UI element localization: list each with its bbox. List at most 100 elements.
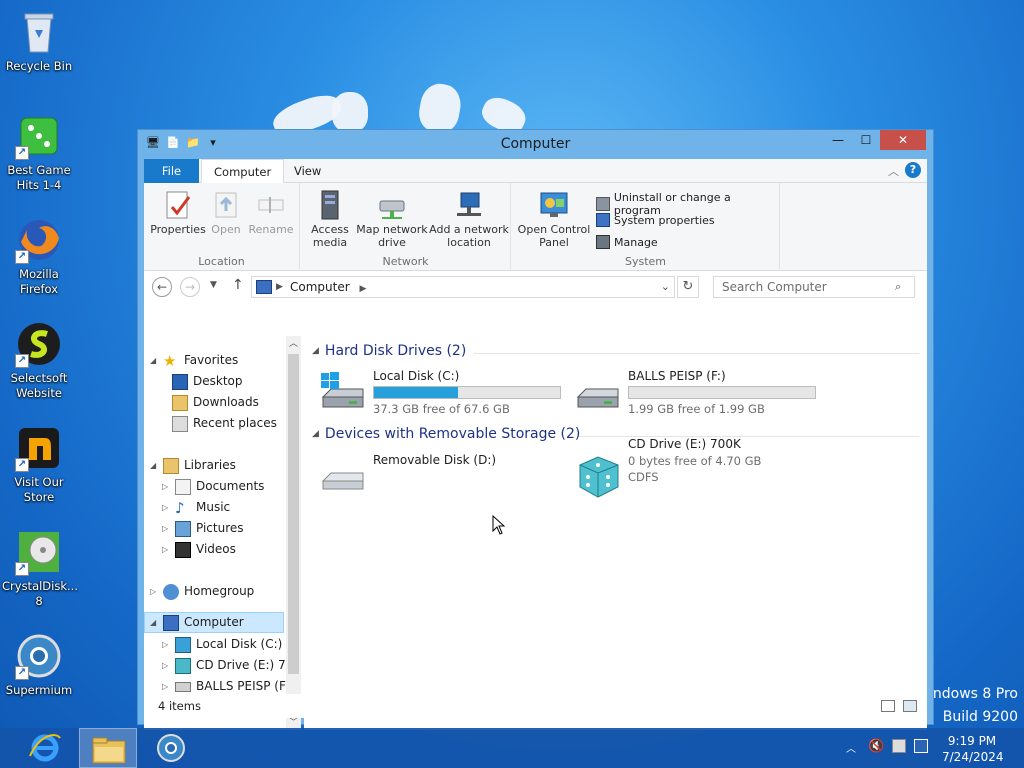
expand-arrow-icon[interactable]: ▷ <box>162 539 170 560</box>
expand-arrow-icon[interactable]: ▷ <box>150 581 158 602</box>
tab-computer[interactable]: Computer <box>201 159 285 184</box>
tree-item-local-disk[interactable]: ▷ Local Disk (C:) <box>162 634 282 655</box>
desktop-icon-visit-store[interactable]: ↗ Visit Our Store <box>2 424 76 505</box>
desktop-icon-supermium[interactable]: ↗ Supermium <box>2 632 76 698</box>
tree-item-documents[interactable]: ▷ Documents <box>162 476 264 497</box>
expand-arrow-icon[interactable]: ▷ <box>162 518 170 539</box>
back-button[interactable]: ← <box>152 277 172 297</box>
breadcrumb-chevron-icon[interactable]: ▶ <box>359 284 366 294</box>
nav-scrollbar[interactable]: ︿ ﹀ <box>286 336 301 730</box>
collapse-arrow-icon[interactable]: ◢ <box>150 455 158 476</box>
rename-button[interactable]: Rename <box>248 189 294 236</box>
nav-scroll-thumb[interactable] <box>288 354 299 674</box>
collapse-arrow-icon[interactable]: ◢ <box>312 429 319 439</box>
drive-removable-disk-d[interactable]: Removable Disk (D:) <box>319 453 569 507</box>
collapse-arrow-icon[interactable]: ◢ <box>150 350 158 371</box>
maximize-button[interactable]: ☐ <box>852 130 880 150</box>
expand-arrow-icon[interactable]: ▷ <box>162 655 170 676</box>
large-icons-view-icon[interactable] <box>903 700 917 712</box>
drive-filesystem: CDFS <box>628 470 659 484</box>
taskbar-internet-explorer[interactable] <box>16 728 74 768</box>
expand-arrow-icon[interactable]: ▷ <box>162 476 170 497</box>
search-icon[interactable]: ⌕ <box>895 280 901 294</box>
drive-local-disk-c[interactable]: Local Disk (C:) 37.3 GB free of 67.6 GB <box>319 369 569 423</box>
tree-item-libraries[interactable]: ◢ Libraries <box>150 455 236 476</box>
map-network-drive-button[interactable]: Map network drive <box>355 189 429 249</box>
tree-item-cd-drive[interactable]: ▷ CD Drive (E:) 700K <box>162 655 301 676</box>
manage-button[interactable]: Manage <box>596 235 658 249</box>
scroll-up-icon[interactable]: ︿ <box>289 336 298 349</box>
desktop-icon-best-game-hits[interactable]: ↗ Best Game Hits 1-4 <box>2 112 76 193</box>
properties-button[interactable]: Properties <box>150 189 206 236</box>
green-dice-icon: ↗ <box>15 112 63 160</box>
shortcut-arrow-icon: ↗ <box>15 562 29 576</box>
tab-file[interactable]: File <box>144 159 199 183</box>
homegroup-icon <box>163 583 179 600</box>
expand-arrow-icon[interactable]: ▷ <box>162 634 170 655</box>
expand-arrow-icon[interactable]: ▷ <box>162 497 170 518</box>
up-arrow-icon[interactable]: ↑ <box>232 277 244 293</box>
taskbar-supermium[interactable] <box>142 728 200 768</box>
access-media-button[interactable]: Access media <box>307 189 353 249</box>
drive-balls-peisp-f[interactable]: BALLS PEISP (F:) 1.99 GB free of 1.99 GB <box>574 369 824 423</box>
tree-item-recent-places[interactable]: Recent places <box>172 413 277 434</box>
address-dropdown-icon[interactable]: ⌄ <box>661 277 670 297</box>
recent-locations-chevron-icon[interactable]: ▼ <box>210 280 217 290</box>
shortcut-arrow-icon: ↗ <box>15 354 29 368</box>
desktop-icon-recycle-bin[interactable]: Recycle Bin <box>2 8 76 74</box>
breadcrumb-computer[interactable]: Computer <box>290 280 350 294</box>
help-icon[interactable]: ? <box>905 162 921 178</box>
volume-muted-icon[interactable]: 🔇 <box>868 739 884 754</box>
tree-item-pictures[interactable]: ▷ Pictures <box>162 518 244 539</box>
tab-view[interactable]: View <box>282 159 333 183</box>
group-label-network: Network <box>382 255 429 268</box>
taskbar: ︿ 🔇 9:19 PM 7/24/2024 <box>0 728 1024 768</box>
navigation-pane: ◢ ★ Favorites Desktop Downloads Recent pla… <box>144 336 301 730</box>
clock[interactable]: 9:19 PM 7/24/2024 <box>942 733 1004 765</box>
desktop-icon-crystaldisk[interactable]: ↗ CrystalDisk... 8 <box>2 528 78 609</box>
refresh-button[interactable]: ↻ <box>677 276 699 298</box>
drive-usage-bar <box>628 386 816 399</box>
forward-button[interactable]: → <box>180 277 200 297</box>
tree-item-desktop[interactable]: Desktop <box>172 371 243 392</box>
network-icon[interactable] <box>914 739 928 753</box>
open-button[interactable]: Open <box>208 189 244 236</box>
collapse-arrow-icon[interactable]: ◢ <box>150 612 158 633</box>
rename-icon <box>255 189 287 221</box>
desktop-icon-label: Recycle Bin <box>5 59 73 73</box>
tree-item-videos[interactable]: ▷ Videos <box>162 539 236 560</box>
address-bar[interactable]: ▶ Computer ▶ ⌄ <box>251 276 675 298</box>
tree-item-homegroup[interactable]: ▷ Homegroup <box>150 581 254 602</box>
tree-item-favorites[interactable]: ◢ ★ Favorites <box>150 350 238 371</box>
tree-item-downloads[interactable]: Downloads <box>172 392 259 413</box>
desktop-icon-firefox[interactable]: ↗ Mozilla Firefox <box>2 216 76 297</box>
shortcut-arrow-icon: ↗ <box>15 458 29 472</box>
taskbar-file-explorer[interactable] <box>79 728 137 768</box>
supermium-icon <box>157 734 185 762</box>
drive-cd-e[interactable]: CD Drive (E:) 700K 0 bytes free of 4.70 … <box>574 437 824 507</box>
selectsoft-icon: ↗ <box>15 320 63 368</box>
details-view-icon[interactable] <box>881 700 895 712</box>
ribbon: Properties Open Rename Location Access m… <box>144 183 927 271</box>
show-hidden-icons-chevron-icon[interactable]: ︿ <box>846 740 856 755</box>
desktop-icon-selectsoft[interactable]: ↗ Selectsoft Website <box>2 320 76 401</box>
network-drive-icon <box>376 189 408 221</box>
clock-date: 7/24/2024 <box>942 750 1004 764</box>
minimize-button[interactable]: — <box>824 130 852 150</box>
open-control-panel-button[interactable]: Open Control Panel <box>516 189 592 249</box>
title-bar[interactable]: 🖥 📄 📁 ▾ Computer — ☐ ✕ <box>138 130 933 159</box>
section-hard-disk-drives[interactable]: ◢ Hard Disk Drives (2) <box>312 343 466 359</box>
section-removable-storage[interactable]: ◢ Devices with Removable Storage (2) <box>312 426 580 442</box>
tree-item-music[interactable]: ▷ ♪ Music <box>162 497 230 518</box>
breadcrumb-chevron-icon[interactable]: ▶ <box>276 277 283 297</box>
recycle-bin-icon <box>15 8 63 56</box>
system-properties-button[interactable]: System properties <box>596 213 715 227</box>
ribbon-tabs: File Computer View ︿ ? <box>144 159 927 184</box>
action-center-icon[interactable] <box>892 739 906 753</box>
close-button[interactable]: ✕ <box>880 130 926 150</box>
add-network-location-button[interactable]: Add a network location <box>429 189 509 249</box>
minimize-ribbon-icon[interactable]: ︿ <box>888 163 899 179</box>
collapse-arrow-icon[interactable]: ◢ <box>312 346 319 356</box>
search-input[interactable]: Search Computer <box>713 276 915 298</box>
tree-item-computer[interactable]: ◢ Computer <box>144 612 284 633</box>
